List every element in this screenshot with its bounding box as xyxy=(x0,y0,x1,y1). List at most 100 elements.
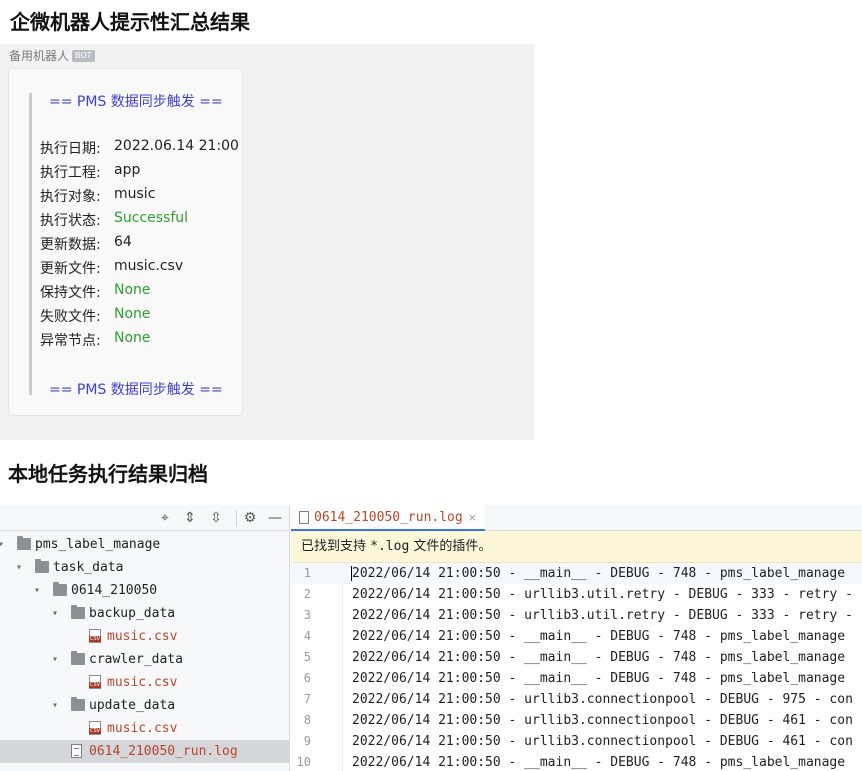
gear-icon[interactable]: ⚙ xyxy=(241,509,259,527)
field-row: 保持文件: None xyxy=(40,282,151,302)
collapse-all-icon[interactable]: ⇳ xyxy=(207,509,225,527)
field-value: Successful xyxy=(114,210,189,226)
line-text: 2022/06/14 21:00:50 - urllib3.util.retry… xyxy=(352,587,853,602)
field-row: 执行工程: app xyxy=(40,162,140,182)
archive-title: 本地任务执行结果归档 xyxy=(8,462,208,486)
csv-file-icon xyxy=(89,629,102,643)
minimize-icon[interactable]: — xyxy=(266,509,284,527)
folder-icon xyxy=(71,697,85,711)
notice-prefix: 已找到支持 xyxy=(301,539,371,554)
tree-file[interactable]: music.csv xyxy=(0,671,289,694)
tree-label: music.csv xyxy=(107,721,178,736)
tree-file[interactable]: music.csv xyxy=(0,717,289,740)
line-number: 10 xyxy=(296,755,311,769)
field-value: None xyxy=(114,330,151,346)
notice-ext: *.log xyxy=(370,539,410,554)
tab-run-log[interactable]: 0614_210050_run.log × xyxy=(291,505,485,531)
tree-folder[interactable]: ▾ backup_data xyxy=(0,602,289,625)
chevron-down-icon[interactable]: ▾ xyxy=(16,556,22,579)
line-number: 2 xyxy=(303,587,311,601)
folder-icon xyxy=(71,605,85,619)
tree-folder[interactable]: ▾ pms_label_manage xyxy=(0,533,289,556)
code-line: 7 2022/06/14 21:00:50 - urllib3.connectio… xyxy=(291,689,862,710)
field-value: None xyxy=(114,306,151,322)
code-line: 2 2022/06/14 21:00:50 - urllib3.util.retr… xyxy=(291,584,862,605)
field-row: 更新数据: 64 xyxy=(40,234,132,254)
tree-file[interactable]: 0614_210050_run.log xyxy=(0,740,289,763)
text-caret xyxy=(351,566,352,581)
ide-window: ⌖ ⇕ ⇳ ⚙ — ▾ pms_label_manage ▾ task_data ▾ 06… xyxy=(0,505,862,771)
bot-badge: BOT xyxy=(72,49,95,62)
banner-bottom: == PMS 数据同步触发 == xyxy=(49,382,223,398)
close-icon[interactable]: × xyxy=(468,511,477,524)
tree-folder[interactable]: ▾ update_data xyxy=(0,694,289,717)
chevron-down-icon[interactable]: ▾ xyxy=(52,648,58,671)
csv-file-icon xyxy=(89,721,102,735)
line-text: 2022/06/14 21:00:50 - urllib3.connection… xyxy=(352,734,853,749)
line-number: 4 xyxy=(303,629,311,643)
field-row: 执行状态: Successful xyxy=(40,210,188,230)
tree-label: music.csv xyxy=(107,675,178,690)
line-text: 2022/06/14 21:00:50 - urllib3.connection… xyxy=(352,692,853,707)
banner-top: == PMS 数据同步触发 == xyxy=(49,94,223,110)
field-key: 执行对象: xyxy=(40,189,101,205)
field-key: 执行状态: xyxy=(40,213,101,229)
csv-file-icon xyxy=(89,675,102,689)
field-value: None xyxy=(114,282,151,298)
tree-label: pms_label_manage xyxy=(35,537,161,552)
tree-label: backup_data xyxy=(89,606,176,621)
message-sender: 备用机器人 BOT xyxy=(9,47,95,64)
plugin-notice: 已找到支持 *.log 文件的插件。 xyxy=(291,531,862,563)
editor-tabbar: 0614_210050_run.log × xyxy=(291,505,862,531)
field-row: 异常节点: None xyxy=(40,330,151,350)
field-key: 执行日期: xyxy=(40,141,101,157)
line-number: 6 xyxy=(303,671,311,685)
code-line: 3 2022/06/14 21:00:50 - urllib3.util.retr… xyxy=(291,605,862,626)
field-key: 更新文件: xyxy=(40,261,101,277)
code-area[interactable]: 1 2022/06/14 21:00:50 - __main__ - DEBUG … xyxy=(291,563,862,771)
sender-name: 备用机器人 xyxy=(9,49,70,63)
field-value: music xyxy=(114,186,156,202)
field-key: 异常节点: xyxy=(40,333,101,349)
tree-folder[interactable]: ▾ crawler_data xyxy=(0,648,289,671)
tab-label: 0614_210050_run.log xyxy=(314,509,463,525)
field-key: 更新数据: xyxy=(40,237,101,253)
field-row: 更新文件: music.csv xyxy=(40,258,183,278)
chevron-down-icon[interactable]: ▾ xyxy=(52,694,58,717)
crosshair-icon[interactable]: ⌖ xyxy=(156,509,174,527)
field-value: app xyxy=(114,162,141,178)
tree-label: crawler_data xyxy=(89,652,183,667)
line-text: 2022/06/14 21:00:50 - __main__ - DEBUG -… xyxy=(352,671,846,686)
line-text: 2022/06/14 21:00:50 - __main__ - DEBUG -… xyxy=(352,629,846,644)
tree-folder[interactable]: ▾ task_data xyxy=(0,556,289,579)
quote-bar xyxy=(29,93,32,395)
code-line: 8 2022/06/14 21:00:50 - urllib3.connectio… xyxy=(291,710,862,731)
chevron-down-icon[interactable]: ▾ xyxy=(34,579,40,602)
message-card: == PMS 数据同步触发 == 执行日期: 2022.06.14 21:00 执行… xyxy=(8,68,243,416)
line-text: 2022/06/14 21:00:50 - urllib3.connection… xyxy=(352,713,853,728)
notice-suffix: 文件的插件。 xyxy=(409,539,492,554)
field-key: 保持文件: xyxy=(40,285,101,301)
tree-label: 0614_210050_run.log xyxy=(89,744,238,759)
chevron-down-icon[interactable]: ▾ xyxy=(0,533,4,556)
code-line: 1 2022/06/14 21:00:50 - __main__ - DEBUG … xyxy=(291,563,862,584)
tree-label: update_data xyxy=(89,698,176,713)
field-row: 执行日期: 2022.06.14 21:00 xyxy=(40,138,239,158)
tree-label: task_data xyxy=(53,560,124,575)
line-number: 1 xyxy=(303,566,311,580)
field-row: 失败文件: None xyxy=(40,306,151,326)
line-text: 2022/06/14 21:00:50 - __main__ - DEBUG -… xyxy=(352,755,846,770)
tree-folder[interactable]: ▾ 0614_210050 xyxy=(0,579,289,602)
code-line: 5 2022/06/14 21:00:50 - __main__ - DEBUG … xyxy=(291,647,862,668)
expand-all-icon[interactable]: ⇕ xyxy=(181,509,199,527)
field-row: 执行对象: music xyxy=(40,186,155,206)
chevron-down-icon[interactable]: ▾ xyxy=(52,602,58,625)
toolbar-divider xyxy=(236,510,237,526)
code-line: 10 2022/06/14 21:00:50 - __main__ - DEBUG… xyxy=(291,752,862,771)
field-value: 2022.06.14 21:00 xyxy=(114,138,239,154)
line-text: 2022/06/14 21:00:50 - __main__ - DEBUG -… xyxy=(352,650,846,665)
project-toolbar: ⌖ ⇕ ⇳ ⚙ — xyxy=(0,505,289,531)
line-number: 7 xyxy=(303,692,311,706)
field-key: 失败文件: xyxy=(40,309,101,325)
tree-file[interactable]: music.csv xyxy=(0,625,289,648)
